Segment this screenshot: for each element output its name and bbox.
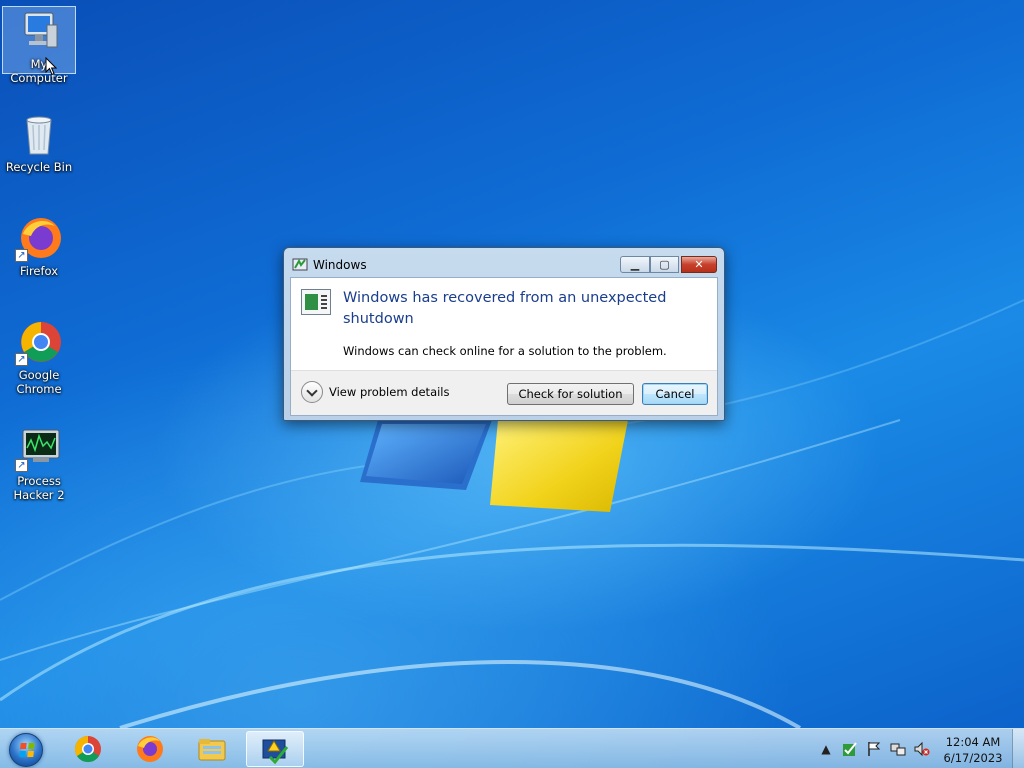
desktop-icon-process-hacker[interactable]: ↗ Process Hacker 2 — [2, 424, 76, 502]
taskbar-app-chrome[interactable] — [60, 731, 118, 767]
minimize-icon: ▁ — [630, 258, 640, 271]
dialog-content: Windows has recovered from an unexpected… — [290, 277, 718, 416]
shortcut-arrow-icon: ↗ — [15, 353, 28, 366]
desktop-icon-recycle-bin[interactable]: Recycle Bin — [2, 110, 76, 174]
maximize-button[interactable]: ▢ — [650, 256, 679, 273]
process-hacker-icon: ↗ — [15, 424, 63, 472]
firefox-icon: ↗ — [15, 214, 63, 262]
mouse-cursor-icon — [45, 57, 57, 76]
problem-report-icon — [301, 289, 331, 315]
firefox-icon — [137, 736, 163, 762]
dialog-body-text: Windows can check online for a solution … — [343, 344, 667, 358]
expand-details-chevron-icon[interactable] — [301, 381, 323, 403]
dialog-headline: Windows has recovered from an unexpected… — [343, 290, 667, 327]
clock-time: 12:04 AM — [945, 735, 1001, 749]
chrome-icon — [74, 735, 101, 763]
chrome-icon: ↗ — [15, 318, 63, 366]
volume-muted-icon[interactable] — [914, 741, 930, 757]
taskbar-app-file-explorer[interactable] — [184, 731, 242, 767]
cancel-button[interactable]: Cancel — [642, 383, 708, 405]
desktop-icon-label: Google Chrome — [16, 368, 62, 396]
close-button[interactable]: ✕ — [681, 256, 717, 273]
dialog-title: Windows — [313, 258, 367, 272]
dialog-titlebar[interactable]: Windows ▁ ▢ ✕ — [284, 248, 724, 278]
computer-icon — [15, 7, 63, 55]
action-center-flag-icon[interactable] — [866, 741, 882, 757]
desktop-icon-label: Process Hacker 2 — [13, 474, 65, 502]
windows-logo-icon — [9, 733, 43, 767]
check-for-solution-button[interactable]: Check for solution — [507, 383, 634, 405]
view-problem-details-link[interactable]: View problem details — [329, 385, 450, 399]
desktop-icon-label: Firefox — [19, 264, 59, 278]
network-icon[interactable] — [890, 741, 906, 757]
taskbar-app-firefox[interactable] — [122, 731, 180, 767]
recycle-bin-icon — [15, 110, 63, 158]
show-hidden-icons-chevron[interactable]: ▲ — [818, 741, 834, 757]
desktop-icon-my-computer[interactable]: My Computer — [2, 6, 76, 85]
minimize-button[interactable]: ▁ — [620, 256, 650, 273]
windows-app-icon — [292, 258, 308, 271]
desktop-icon-google-chrome[interactable]: ↗ Google Chrome — [2, 318, 76, 396]
action-center-icon — [262, 739, 289, 765]
restore-icon: ▢ — [659, 258, 670, 271]
taskbar: ▲ 12:04 AM 6/17/2023 — [0, 728, 1024, 768]
dialog-footer: View problem details Check for solution … — [291, 370, 717, 415]
desktop-icon-label: Recycle Bin — [5, 160, 73, 174]
shortcut-arrow-icon: ↗ — [15, 459, 28, 472]
close-icon: ✕ — [694, 258, 704, 271]
file-explorer-icon — [198, 739, 226, 761]
recovery-dialog: Windows ▁ ▢ ✕ Windows has recovered from… — [283, 247, 725, 421]
desktop-icon-label: My Computer — [10, 57, 68, 85]
start-button[interactable] — [4, 730, 48, 768]
clock-date: 6/17/2023 — [943, 751, 1003, 765]
desktop-icon-firefox[interactable]: ↗ Firefox — [2, 214, 76, 278]
shortcut-arrow-icon: ↗ — [15, 249, 28, 262]
shield-check-icon[interactable] — [842, 741, 858, 757]
taskbar-app-action-center[interactable] — [246, 731, 304, 767]
show-desktop-button[interactable] — [1012, 729, 1024, 768]
system-clock[interactable]: 12:04 AM 6/17/2023 — [940, 734, 1006, 766]
